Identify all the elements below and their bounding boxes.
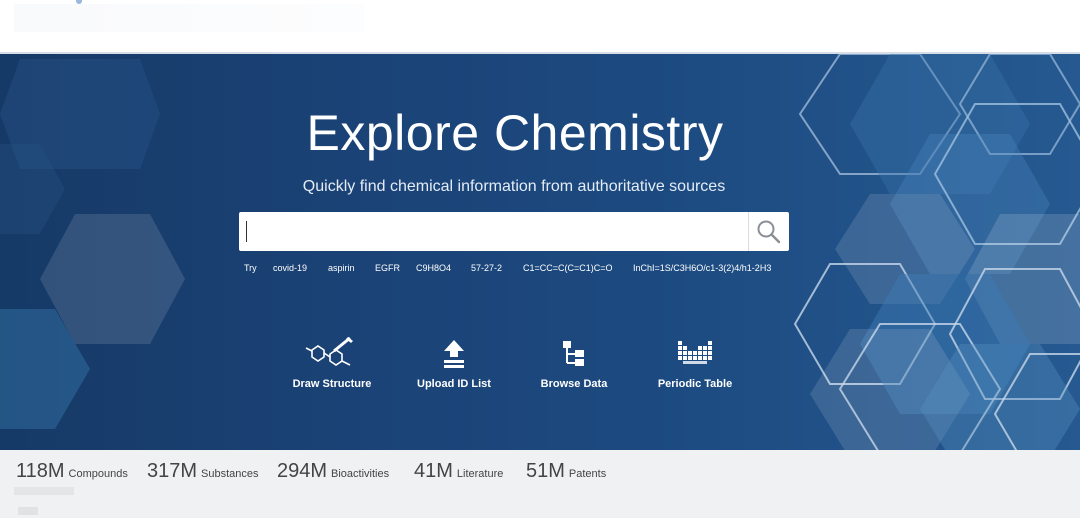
- stat-bioactivities[interactable]: 294M Bioactivities: [277, 460, 389, 483]
- header-placeholder: [14, 4, 364, 32]
- upload-icon: [444, 340, 464, 368]
- stat-unit: Bioactivities: [331, 468, 390, 480]
- periodic-table-icon: [678, 341, 712, 364]
- stat-substances[interactable]: 317M Substances: [147, 460, 259, 483]
- molecule-pencil-icon: [305, 336, 353, 366]
- example-link[interactable]: EGFR: [375, 263, 416, 277]
- search-icon: [757, 220, 781, 243]
- periodic-table-button[interactable]: Periodic Table: [640, 336, 750, 390]
- upload-id-list-label: Upload ID List: [417, 378, 491, 390]
- example-link[interactable]: aspirin: [328, 263, 375, 277]
- text-cursor: [246, 221, 247, 242]
- page-title: Explore Chemistry: [306, 105, 724, 161]
- top-header: [0, 0, 1080, 52]
- example-link[interactable]: C1=CC=C(C=C1)C=O: [523, 263, 633, 277]
- stat-number: 51M: [526, 460, 565, 482]
- draw-structure-label: Draw Structure: [292, 378, 372, 390]
- stat-unit: Literature: [456, 468, 504, 480]
- stat-number: 118M: [16, 460, 65, 482]
- hero-banner: Explore Chemistry Quickly find chemical …: [0, 52, 1080, 452]
- tree-icon: [563, 341, 584, 366]
- example-link[interactable]: InChI=1S/C3H6O/c1-3(2)4/h1-2H3: [633, 263, 771, 277]
- browse-data-label: Browse Data: [540, 378, 608, 390]
- stats-bar: 118M Compounds 317M Substances 294M Bioacti…: [0, 450, 1080, 518]
- example-link[interactable]: C9H8O4: [416, 263, 471, 277]
- stat-number: 317M: [147, 460, 198, 482]
- upload-id-list-button[interactable]: Upload ID List: [399, 336, 509, 390]
- stat-number: 41M: [414, 460, 453, 482]
- stat-patents[interactable]: 51M Patents: [526, 460, 606, 483]
- example-link[interactable]: covid-19: [273, 263, 328, 277]
- example-link[interactable]: 57-27-2: [471, 263, 523, 277]
- stat-compounds[interactable]: 118M Compounds: [16, 460, 128, 483]
- try-examples: Try covid-19 aspirin EGFR C9H8O4 57-27-2…: [244, 263, 771, 277]
- stat-unit: Compounds: [68, 468, 128, 480]
- stat-unit: Patents: [568, 468, 607, 480]
- faded-content: [18, 507, 38, 515]
- browse-data-button[interactable]: Browse Data: [519, 336, 629, 390]
- try-label: Try: [244, 263, 257, 273]
- periodic-table-label: Periodic Table: [657, 378, 733, 390]
- search-box: [239, 212, 789, 251]
- search-input[interactable]: [239, 212, 747, 251]
- stat-unit: Substances: [201, 468, 259, 480]
- stat-literature[interactable]: 41M Literature: [414, 460, 503, 483]
- page-subtitle: Quickly find chemical information from a…: [302, 178, 726, 195]
- draw-structure-button[interactable]: Draw Structure: [277, 336, 387, 390]
- stat-number: 294M: [277, 460, 328, 482]
- quick-actions: Draw Structure Upload ID List Browse Dat…: [0, 336, 1080, 396]
- faded-content: [14, 487, 74, 495]
- search-button[interactable]: [748, 212, 789, 251]
